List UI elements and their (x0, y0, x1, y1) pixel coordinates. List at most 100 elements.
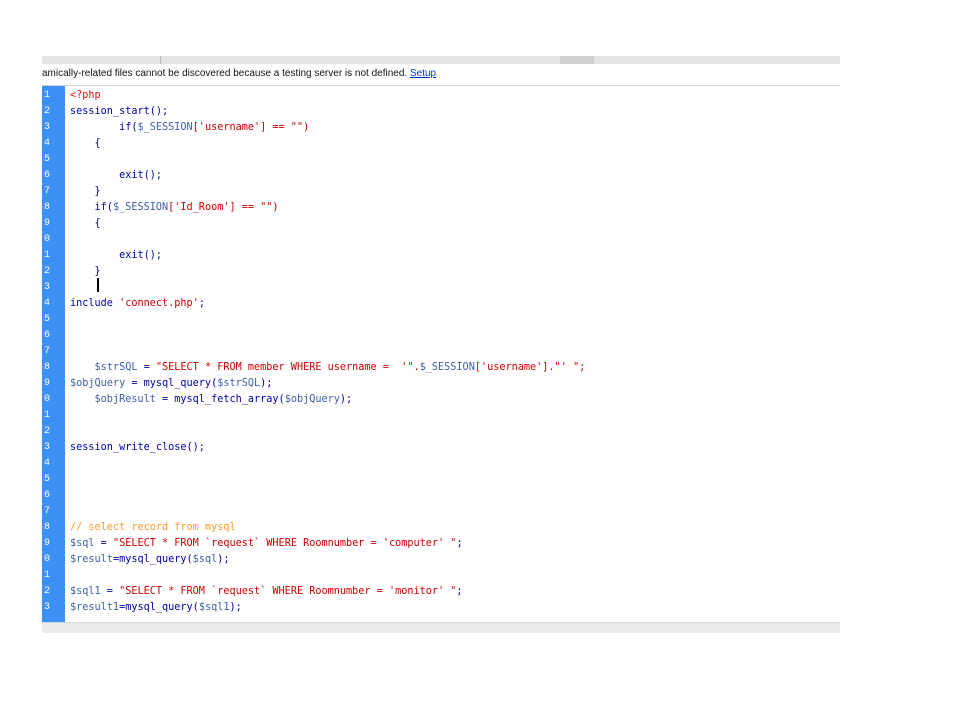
code-text: $strSQL = "SELECT * FROM member WHERE us… (70, 360, 586, 376)
code-text: // select record from mysql (70, 520, 236, 536)
code-token: // select record from mysql (70, 522, 236, 533)
code-token: ['username'] == "") (192, 122, 310, 133)
code-text: { (70, 136, 101, 152)
code-token: $result1 (70, 602, 120, 613)
code-token: $_SESSION (419, 362, 475, 373)
line-number: 0 (44, 554, 51, 565)
code-text: session_start(); (70, 104, 168, 120)
line-number: 8 (44, 202, 51, 213)
line-number: 1 (44, 90, 51, 101)
line-number: 9 (44, 218, 51, 229)
line-number: 1 (44, 410, 51, 421)
code-token: ); (229, 602, 242, 613)
code-token: exit(); (70, 250, 163, 261)
code-text: exit(); (70, 248, 162, 264)
code-token: exit(); (70, 170, 163, 181)
line-number: 7 (44, 346, 51, 357)
line-number: 5 (44, 314, 51, 325)
code-token: 'connect.php' (119, 298, 199, 309)
line-number: 2 (44, 586, 51, 597)
line-number: 0 (44, 394, 51, 405)
code-token: } (70, 266, 101, 277)
line-number: 1 (44, 570, 51, 581)
code-token: ); (339, 394, 353, 405)
info-bar: amically-related files cannot be discove… (42, 64, 840, 86)
code-token: $strSQL (217, 378, 261, 389)
line-number: 2 (44, 266, 51, 277)
line-number: 3 (44, 602, 51, 613)
code-token: $objResult (70, 394, 156, 405)
line-number: 3 (44, 442, 51, 453)
code-token: $_SESSION (112, 202, 169, 213)
line-number: 2 (44, 106, 51, 117)
line-number: 4 (44, 138, 51, 149)
line-number: 0 (44, 234, 51, 245)
code-token: $sql (70, 538, 95, 549)
line-number: 3 (44, 282, 51, 293)
code-editor[interactable]: 1 <?php 2 session_start(); 3 if($_SESSION['u… (42, 86, 840, 622)
code-text: { (70, 216, 101, 232)
code-token: "SELECT * FROM `request` WHERE Roomnumbe… (112, 538, 457, 549)
code-token: ; (456, 538, 463, 549)
code-token: <?php (70, 90, 101, 101)
text-cursor (97, 278, 99, 292)
setup-link[interactable]: Setup (410, 68, 436, 79)
code-token: { (70, 138, 101, 149)
line-number: 7 (44, 186, 51, 197)
code-token: = (137, 362, 156, 373)
code-token: "SELECT * FROM `request` WHERE Roomnumbe… (119, 586, 457, 597)
code-text: $sql = "SELECT * FROM `request` WHERE Ro… (70, 536, 463, 552)
code-text: if($_SESSION['username'] == "") (70, 120, 309, 136)
code-text: exit(); (70, 168, 162, 184)
code-text: <?php (70, 88, 101, 104)
line-number: 1 (44, 250, 51, 261)
line-number: 6 (44, 170, 51, 181)
code-token: include (70, 298, 120, 309)
code-text: $objQuery = mysql_query($strSQL); (70, 376, 272, 392)
code-token: ['username']."' "; (474, 362, 586, 373)
code-text: include 'connect.php'; (70, 296, 205, 312)
code-token: $objQuery (70, 378, 126, 389)
code-text: $objResult = mysql_fetch_array($objQuery… (70, 392, 353, 408)
code-token: session_start(); (70, 106, 169, 117)
line-number: 6 (44, 330, 51, 341)
code-token: $objQuery (284, 394, 340, 405)
line-number: 2 (44, 426, 51, 437)
code-token: ); (217, 554, 230, 565)
code-token: { (70, 218, 101, 229)
code-token: $sql (192, 554, 218, 565)
horizontal-scrollbar[interactable] (42, 622, 840, 633)
code-token: $sql1 (198, 602, 230, 613)
code-text: $result1=mysql_query($sql1); (70, 600, 242, 616)
code-token: ; (456, 586, 463, 597)
toolbar-divider (160, 56, 161, 64)
code-token: ); (260, 378, 273, 389)
line-number: 5 (44, 474, 51, 485)
line-number: 8 (44, 522, 51, 533)
line-number: 6 (44, 490, 51, 501)
line-number: 4 (44, 298, 51, 309)
code-token: ['Id_Room'] == "") (168, 202, 279, 213)
code-token: "SELECT * FROM member WHERE username = '… (155, 362, 420, 373)
line-number: 8 (44, 362, 51, 373)
code-token: } (70, 186, 101, 197)
code-token: $sql1 (70, 586, 101, 597)
code-text: session_write_close(); (70, 440, 205, 456)
line-number: 9 (44, 538, 51, 549)
info-bar-message: amically-related files cannot be discove… (42, 68, 436, 79)
toolbar-scroll-thumb[interactable] (560, 56, 594, 64)
code-token: if( (70, 202, 113, 213)
code-token: = mysql_fetch_array( (155, 394, 285, 405)
code-token: session_write_close(); (70, 442, 205, 453)
code-token: = mysql_query( (125, 378, 218, 389)
code-token: $result (70, 554, 113, 565)
code-text: } (70, 184, 101, 200)
line-number: 5 (44, 154, 51, 165)
code-token: $_SESSION (137, 122, 193, 133)
code-text: $sql1 = "SELECT * FROM `request` WHERE R… (70, 584, 463, 600)
code-token: $strSQL (70, 362, 138, 373)
code-token: = (100, 586, 120, 597)
code-token: ; (198, 298, 205, 309)
code-text: $result=mysql_query($sql); (70, 552, 230, 568)
line-number: 7 (44, 506, 51, 517)
